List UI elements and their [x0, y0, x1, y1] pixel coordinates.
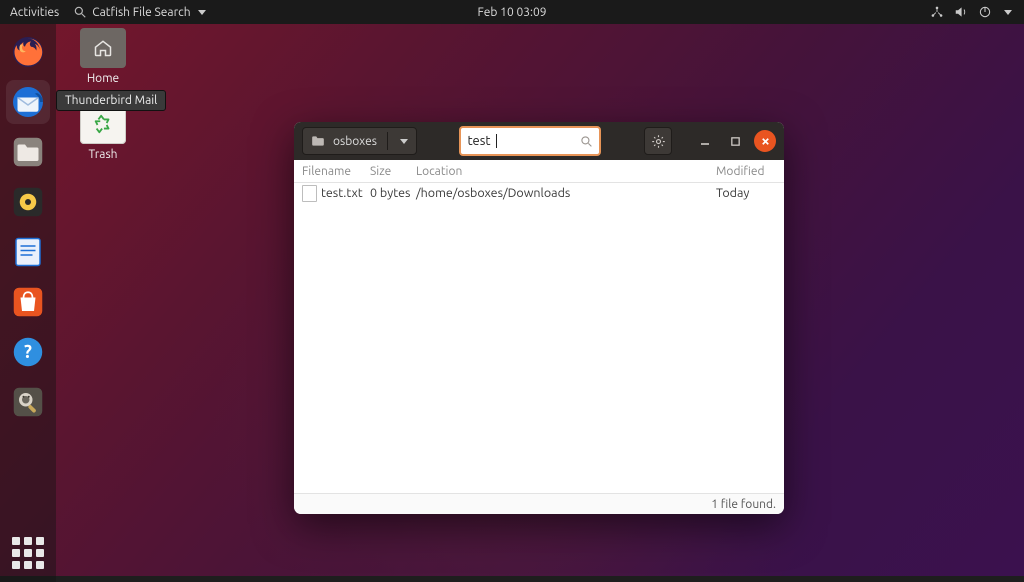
dock: ?	[0, 24, 56, 582]
cell-size: 0 bytes	[370, 186, 416, 200]
search-field[interactable]: test	[459, 126, 601, 156]
status-bar: 1 file found.	[294, 493, 784, 514]
folder-icon	[311, 135, 325, 147]
show-applications[interactable]	[9, 534, 47, 572]
thunderbird-icon	[10, 84, 46, 120]
location-label: osboxes	[333, 135, 377, 148]
location-selector[interactable]: osboxes	[302, 127, 417, 155]
column-modified[interactable]: Modified	[716, 165, 776, 178]
column-size[interactable]: Size	[370, 165, 416, 178]
results-list[interactable]: test.txt 0 bytes /home/osboxes/Downloads…	[294, 183, 784, 493]
recycle-icon	[92, 112, 114, 136]
settings-button[interactable]	[644, 127, 672, 155]
dock-rhythmbox[interactable]	[6, 180, 50, 224]
file-icon	[302, 185, 317, 202]
help-icon: ?	[10, 334, 46, 370]
files-icon	[10, 134, 46, 170]
svg-text:?: ?	[24, 342, 32, 362]
status-text: 1 file found.	[711, 498, 776, 511]
search-icon	[580, 135, 593, 148]
window-titlebar[interactable]: osboxes test	[294, 122, 784, 160]
results-header: Filename Size Location Modified	[294, 160, 784, 183]
dock-tooltip: Thunderbird Mail	[56, 90, 166, 111]
catfish-icon	[73, 5, 87, 19]
writer-icon	[10, 234, 46, 270]
minimize-button[interactable]	[694, 130, 716, 152]
chevron-down-icon	[198, 10, 206, 15]
power-icon[interactable]	[978, 5, 992, 19]
separator	[387, 132, 388, 150]
desktop-icon-label: Home	[68, 72, 138, 85]
cell-modified: Today	[716, 186, 776, 200]
catfish-app-icon	[10, 384, 46, 420]
shopping-bag-icon	[10, 284, 46, 320]
cell-filename: test.txt	[321, 186, 363, 200]
dock-help[interactable]: ?	[6, 330, 50, 374]
column-location[interactable]: Location	[416, 165, 716, 178]
dock-files[interactable]	[6, 130, 50, 174]
clock[interactable]: Feb 10 03:09	[477, 6, 546, 19]
desktop-icon-label: Trash	[68, 148, 138, 161]
network-icon[interactable]	[930, 5, 944, 19]
activities-button[interactable]: Activities	[10, 6, 59, 19]
column-filename[interactable]: Filename	[302, 165, 370, 178]
system-menu-chevron-icon[interactable]	[1004, 10, 1012, 15]
firefox-icon	[10, 34, 46, 70]
maximize-button[interactable]	[724, 130, 746, 152]
desktop-icon-trash[interactable]: Trash	[68, 104, 138, 161]
app-menu-label: Catfish File Search	[92, 6, 190, 19]
music-icon	[10, 184, 46, 220]
search-text: test	[467, 134, 490, 148]
home-icon	[92, 38, 114, 58]
app-menu[interactable]: Catfish File Search	[73, 5, 205, 19]
close-button[interactable]	[754, 130, 776, 152]
volume-icon[interactable]	[954, 5, 968, 19]
maximize-icon	[730, 136, 741, 147]
dock-libreoffice-writer[interactable]	[6, 230, 50, 274]
minimize-icon	[699, 135, 711, 147]
chevron-down-icon	[400, 139, 408, 144]
dock-catfish[interactable]	[6, 380, 50, 424]
catfish-window: osboxes test	[294, 122, 784, 514]
result-row[interactable]: test.txt 0 bytes /home/osboxes/Downloads…	[294, 183, 784, 203]
cell-location: /home/osboxes/Downloads	[416, 186, 716, 200]
dock-thunderbird[interactable]	[6, 80, 50, 124]
dock-firefox[interactable]	[6, 30, 50, 74]
desktop-icon-home[interactable]: Home	[68, 28, 138, 85]
gear-icon	[651, 134, 666, 149]
dock-software[interactable]	[6, 280, 50, 324]
text-caret	[496, 134, 497, 148]
close-icon	[760, 136, 771, 147]
